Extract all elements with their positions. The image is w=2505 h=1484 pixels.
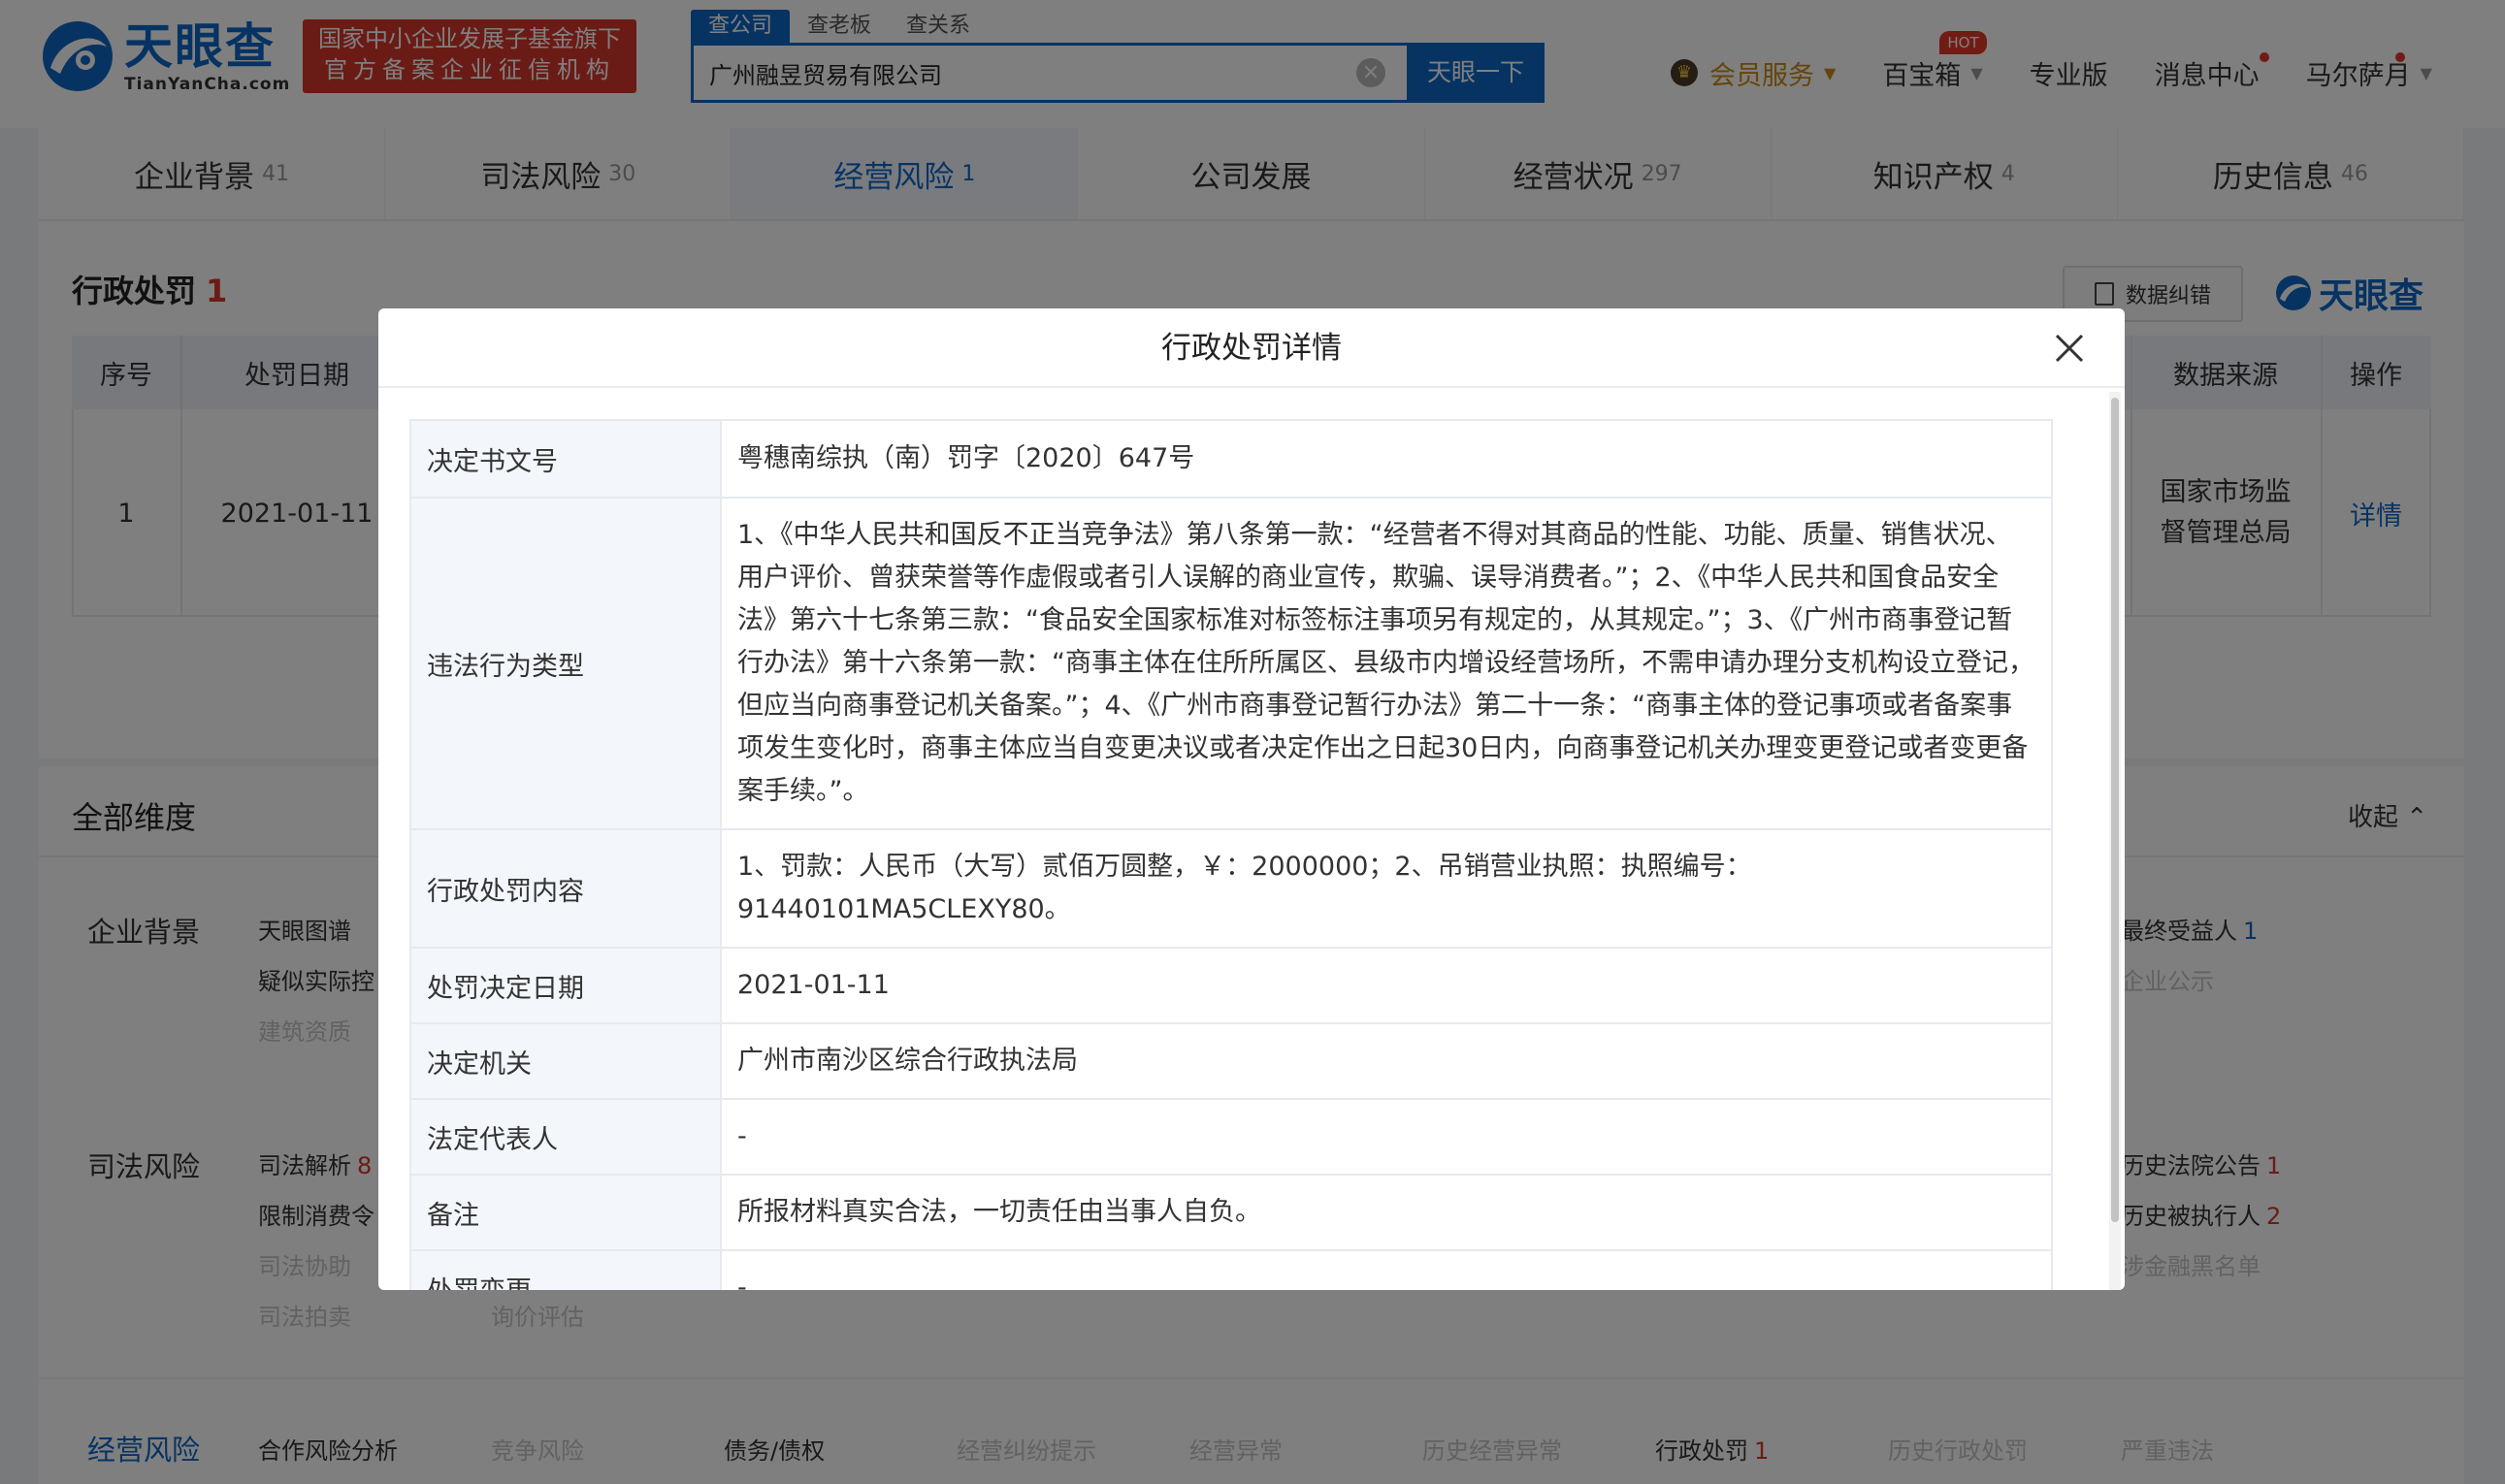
field-value: 2021-01-11	[720, 947, 2053, 1024]
field-value: 广州市南沙区综合行政执法局	[720, 1022, 2053, 1100]
close-icon[interactable]	[2049, 328, 2090, 369]
detail-row: 处罚变更 -	[409, 1249, 2053, 1290]
detail-row: 违法行为类型 1、《中华人民共和国反不正当竞争法》第八条第一款：“经营者不得对其…	[409, 497, 2053, 830]
field-key: 法定代表人	[409, 1098, 722, 1176]
field-value: 1、罚款：人民币（大写）贰佰万圆整，￥：2000000；2、吊销营业执照：执照编…	[720, 828, 2053, 949]
field-key: 行政处罚内容	[409, 828, 722, 949]
field-value: 1、《中华人民共和国反不正当竞争法》第八条第一款：“经营者不得对其商品的性能、功…	[720, 497, 2053, 830]
detail-row: 行政处罚内容 1、罚款：人民币（大写）贰佰万圆整，￥：2000000；2、吊销营…	[409, 828, 2053, 949]
field-value: 粤穗南综执（南）罚字〔2020〕647号	[720, 419, 2053, 499]
field-value: -	[720, 1098, 2053, 1176]
detail-row: 决定书文号 粤穗南综执（南）罚字〔2020〕647号	[409, 419, 2053, 499]
field-key: 处罚变更	[409, 1249, 722, 1290]
detail-table: 决定书文号 粤穗南综执（南）罚字〔2020〕647号 违法行为类型 1、《中华人…	[409, 419, 2053, 1290]
field-key: 处罚决定日期	[409, 947, 722, 1024]
field-key: 违法行为类型	[409, 497, 722, 830]
field-key: 决定机关	[409, 1022, 722, 1100]
field-key: 备注	[409, 1174, 722, 1251]
modal-title: 行政处罚详情	[1161, 331, 1342, 366]
detail-row: 备注 所报材料真实合法，一切责任由当事人自负。	[409, 1174, 2053, 1251]
field-key: 决定书文号	[409, 419, 722, 499]
detail-row: 处罚决定日期 2021-01-11	[409, 947, 2053, 1024]
detail-row: 法定代表人 -	[409, 1098, 2053, 1176]
modal-body: 决定书文号 粤穗南综执（南）罚字〔2020〕647号 违法行为类型 1、《中华人…	[409, 419, 2053, 1290]
field-value: 所报材料真实合法，一切责任由当事人自负。	[720, 1174, 2053, 1251]
detail-row: 决定机关 广州市南沙区综合行政执法局	[409, 1022, 2053, 1100]
penalty-detail-modal: 行政处罚详情 决定书文号 粤穗南综执（南）罚字〔2020〕647号 违法行为类型…	[378, 308, 2125, 1290]
modal-scrollbar-thumb[interactable]	[2111, 398, 2119, 1222]
field-value: -	[720, 1249, 2053, 1290]
